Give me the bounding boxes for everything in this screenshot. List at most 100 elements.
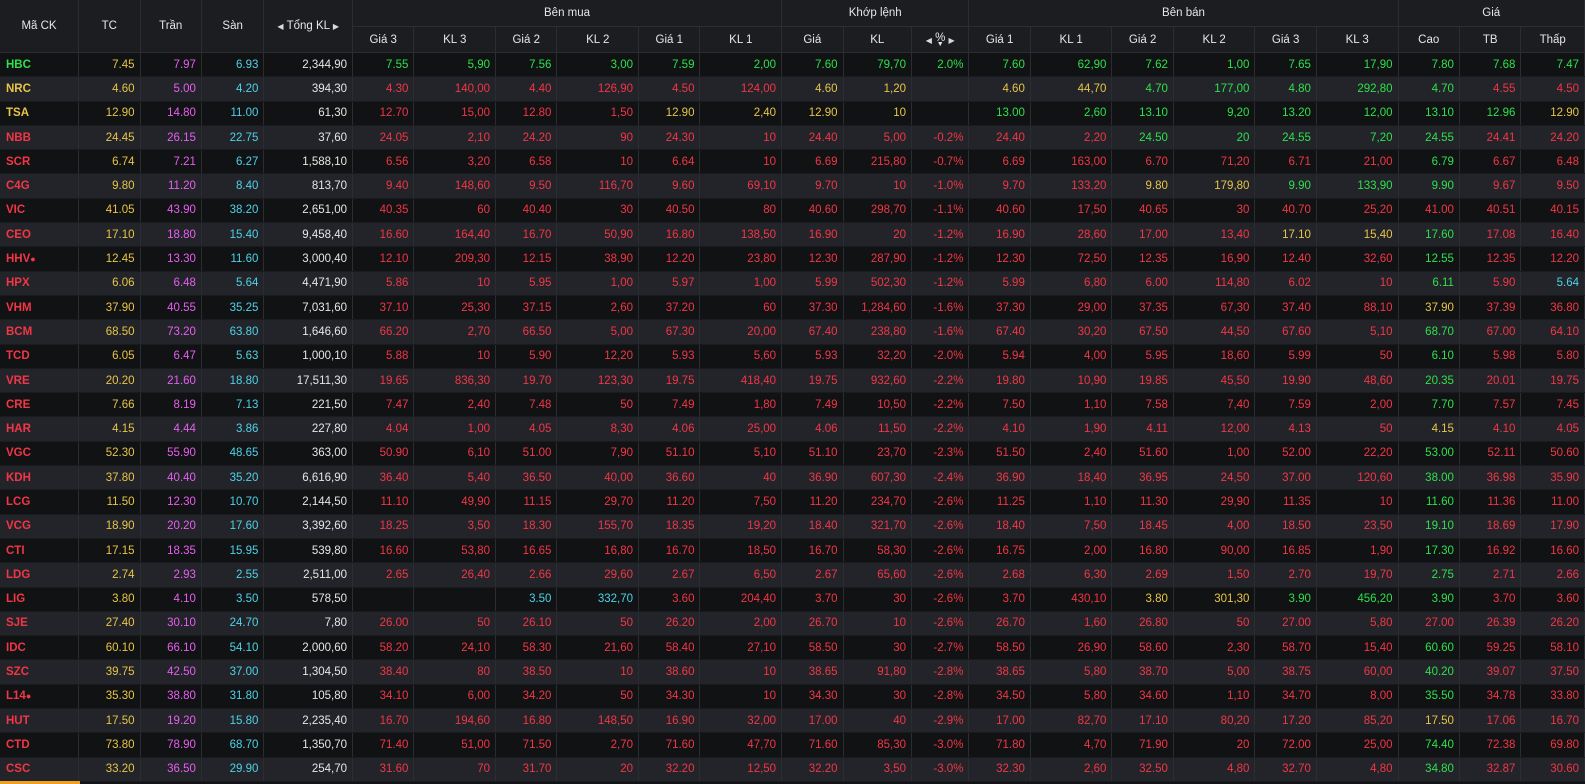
cell-symbol[interactable]: VRE <box>0 368 80 394</box>
cell-av1[interactable]: 133,20 <box>1030 173 1113 199</box>
cell-bv3[interactable]: 1,00 <box>413 416 497 442</box>
cell-av3[interactable]: 456,20 <box>1316 587 1399 612</box>
cell-pct[interactable]: -1.6% <box>911 295 970 321</box>
cell-mv[interactable]: 5,00 <box>843 125 913 151</box>
cell-lo[interactable]: 7.47 <box>1520 52 1585 78</box>
caret-left-icon[interactable]: ◀ <box>926 36 932 45</box>
cell-bv1[interactable]: 5,60 <box>699 344 783 369</box>
cell-a1[interactable]: 7.60 <box>968 52 1031 78</box>
cell-symbol[interactable]: LDG <box>0 562 80 588</box>
col-ref[interactable]: TC <box>78 0 141 53</box>
cell-bv2[interactable]: 1,50 <box>556 101 640 126</box>
cell-b1[interactable]: 6.64 <box>638 149 701 175</box>
cell-av1[interactable]: 1,10 <box>1030 392 1113 418</box>
cell-bv1[interactable]: 5,10 <box>699 441 783 467</box>
cell-a1[interactable]: 37.30 <box>968 295 1031 321</box>
cell-mp[interactable]: 58.50 <box>781 635 844 661</box>
cell-lo[interactable]: 16.60 <box>1520 538 1585 564</box>
cell-hi[interactable]: 38.00 <box>1398 465 1460 491</box>
cell-av[interactable]: 26.39 <box>1459 611 1522 637</box>
cell-hi[interactable]: 53.00 <box>1398 441 1460 467</box>
cell-a1[interactable]: 24.40 <box>968 125 1031 151</box>
cell-pct[interactable]: -2.6% <box>911 562 970 588</box>
table-row[interactable]: NRC 4.60 5.00 4.20 394,30 4.30 140,00 4.40 126,9… <box>0 76 1585 102</box>
cell-b2[interactable]: 18.30 <box>495 514 558 539</box>
cell-pct[interactable]: -2.6% <box>911 587 970 612</box>
cell-bv2[interactable]: 12,20 <box>556 344 640 369</box>
cell-lo[interactable]: 16.40 <box>1520 222 1585 248</box>
table-row[interactable]: SJE 27.40 30.10 24.70 7,80 26.00 50 26.10 50 26.2… <box>0 611 1585 637</box>
cell-bv2[interactable]: 50 <box>556 684 640 710</box>
cell-hi[interactable]: 20.35 <box>1398 368 1460 394</box>
cell-av2[interactable]: 114,80 <box>1173 271 1256 296</box>
cell-a2[interactable]: 11.30 <box>1111 489 1174 515</box>
cell-av3[interactable]: 4,80 <box>1316 757 1399 782</box>
cell-b1[interactable]: 36.60 <box>638 465 701 491</box>
cell-mp[interactable]: 71.60 <box>781 732 844 758</box>
cell-a3[interactable]: 6.71 <box>1254 149 1317 175</box>
cell-av[interactable]: 39.07 <box>1459 659 1522 685</box>
table-row[interactable]: HAR 4.15 4.44 3.86 227,80 4.04 1,00 4.05 8,30 4.0… <box>0 416 1585 442</box>
cell-b3[interactable]: 24.05 <box>352 125 415 151</box>
cell-av3[interactable]: 2,00 <box>1316 392 1399 418</box>
cell-hi[interactable]: 7.80 <box>1398 52 1460 78</box>
cell-av1[interactable]: 44,70 <box>1030 76 1113 102</box>
cell-av3[interactable]: 5,80 <box>1316 611 1399 637</box>
cell-av1[interactable]: 4,70 <box>1030 732 1113 758</box>
cell-b1[interactable]: 18.35 <box>638 514 701 539</box>
cell-b2[interactable]: 40.40 <box>495 198 558 224</box>
cell-a3[interactable]: 72.00 <box>1254 732 1317 758</box>
cell-mv[interactable]: 215,80 <box>843 149 913 175</box>
cell-a1[interactable]: 36.90 <box>968 465 1031 491</box>
cell-mp[interactable]: 37.30 <box>781 295 844 321</box>
cell-hi[interactable]: 74.40 <box>1398 732 1460 758</box>
cell-hi[interactable]: 19.10 <box>1398 514 1460 539</box>
cell-a2[interactable]: 32.50 <box>1111 757 1174 782</box>
table-row[interactable]: CSC 33.20 36.50 29.90 254,70 31.60 70 31.70 20 32… <box>0 757 1585 782</box>
cell-bv1[interactable]: 2,00 <box>699 611 783 637</box>
cell-mp[interactable]: 51.10 <box>781 441 844 467</box>
cell-av3[interactable]: 5,10 <box>1316 319 1399 345</box>
cell-mv[interactable]: 85,30 <box>843 732 913 758</box>
cell-pct[interactable]: -2.8% <box>911 659 970 685</box>
cell-b1[interactable]: 16.70 <box>638 538 701 564</box>
cell-b2[interactable]: 3.50 <box>495 587 558 612</box>
cell-bv1[interactable]: 23,80 <box>699 246 783 272</box>
col-bid1[interactable]: Giá 1 <box>638 26 701 53</box>
cell-bv3[interactable]: 80 <box>413 659 497 685</box>
cell-a1[interactable]: 12.30 <box>968 246 1031 272</box>
cell-mv[interactable]: 298,70 <box>843 198 913 224</box>
cell-bv1[interactable]: 18,50 <box>699 538 783 564</box>
cell-av2[interactable]: 20 <box>1173 125 1256 151</box>
cell-bv2[interactable]: 10 <box>556 659 640 685</box>
cell-b2[interactable]: 16.80 <box>495 708 558 734</box>
cell-av3[interactable]: 12,00 <box>1316 101 1399 126</box>
cell-hi[interactable]: 68.70 <box>1398 319 1460 345</box>
cell-mp[interactable]: 3.70 <box>781 587 844 612</box>
cell-pct[interactable]: -2.9% <box>911 708 970 734</box>
cell-a3[interactable]: 52.00 <box>1254 441 1317 467</box>
cell-bv2[interactable]: 50 <box>556 611 640 637</box>
cell-symbol[interactable]: SJE <box>0 611 80 637</box>
cell-b1[interactable]: 37.20 <box>638 295 701 321</box>
cell-av3[interactable]: 25,00 <box>1316 732 1399 758</box>
cell-b1[interactable]: 3.60 <box>638 587 701 612</box>
cell-lo[interactable]: 6.48 <box>1520 149 1585 175</box>
col-askvol2[interactable]: KL 2 <box>1173 26 1256 53</box>
table-row[interactable]: L14● 35.30 38.80 31.80 105,80 34.10 6,00 34.20 5… <box>0 684 1585 710</box>
cell-av[interactable]: 6.67 <box>1459 149 1522 175</box>
cell-a3[interactable]: 34.70 <box>1254 684 1317 710</box>
cell-hi[interactable]: 12.55 <box>1398 246 1460 272</box>
cell-hi[interactable]: 7.70 <box>1398 392 1460 418</box>
cell-pct[interactable]: -3.0% <box>911 757 970 782</box>
cell-b1[interactable]: 7.49 <box>638 392 701 418</box>
cell-a2[interactable]: 24.50 <box>1111 125 1174 151</box>
cell-a3[interactable]: 40.70 <box>1254 198 1317 224</box>
cell-bv2[interactable]: 3,00 <box>556 52 640 78</box>
table-row[interactable]: HHV● 12.45 13.30 11.60 3,000,40 12.10 209,30 12… <box>0 246 1585 272</box>
cell-a2[interactable]: 13.10 <box>1111 101 1174 126</box>
cell-a2[interactable]: 38.70 <box>1111 659 1174 685</box>
cell-mp[interactable]: 34.30 <box>781 684 844 710</box>
cell-mp[interactable]: 38.65 <box>781 659 844 685</box>
cell-bv3[interactable]: 836,30 <box>413 368 497 394</box>
